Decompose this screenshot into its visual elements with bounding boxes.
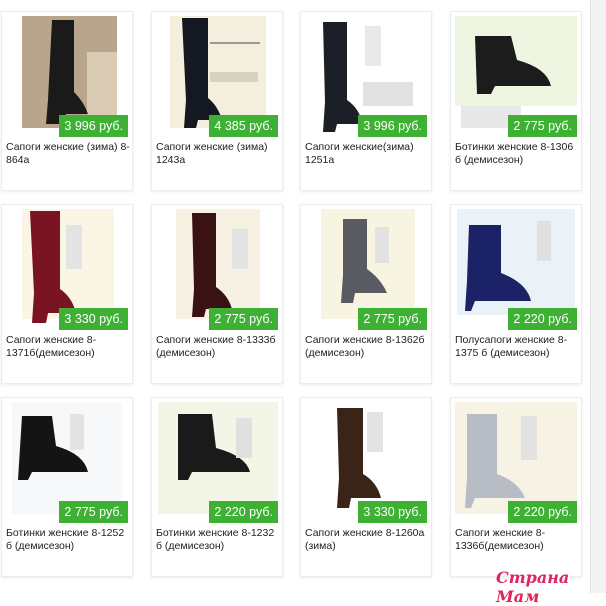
- product-title[interactable]: Ботинки женские 8-1232 б (демисезон): [156, 527, 281, 552]
- product-image[interactable]: 2 220 руб.: [152, 398, 282, 523]
- product-card[interactable]: 2 220 руб. Ботинки женские 8-1232 б (дем…: [151, 397, 283, 577]
- product-image[interactable]: 3 330 руб.: [2, 205, 132, 330]
- price-badge: 3 330 руб.: [59, 308, 128, 330]
- price-badge: 3 996 руб.: [59, 115, 128, 137]
- product-card[interactable]: 2 775 руб. Ботинки женские 8-1306 б (дем…: [450, 11, 582, 191]
- product-image[interactable]: 2 220 руб.: [451, 205, 581, 330]
- product-image[interactable]: 2 775 руб.: [301, 205, 431, 330]
- product-image[interactable]: 3 330 руб.: [301, 398, 431, 523]
- product-title[interactable]: Полусапоги женские 8-1375 б (демисезон): [455, 334, 580, 359]
- product-card[interactable]: 4 385 руб. Сапоги женские (зима) 1243а: [151, 11, 283, 191]
- product-image[interactable]: 2 220 руб.: [451, 398, 581, 523]
- price-badge: 2 220 руб.: [209, 501, 278, 523]
- product-title[interactable]: Сапоги женские 8-1260а (зима): [305, 527, 430, 552]
- product-image[interactable]: 3 996 руб.: [301, 12, 431, 137]
- product-title[interactable]: Сапоги женские (зима) 1243а: [156, 141, 281, 166]
- price-badge: 4 385 руб.: [209, 115, 278, 137]
- product-title[interactable]: Сапоги женские 8-1336б(демисезон): [455, 527, 580, 552]
- price-badge: 2 775 руб.: [209, 308, 278, 330]
- product-title[interactable]: Сапоги женские 8-1362б (демисезон): [305, 334, 430, 359]
- price-badge: 2 775 руб.: [358, 308, 427, 330]
- price-badge: 2 775 руб.: [59, 501, 128, 523]
- product-card[interactable]: 3 996 руб. Сапоги женские(зима) 1251а: [300, 11, 432, 191]
- product-image[interactable]: 2 775 руб.: [451, 12, 581, 137]
- price-badge: 2 220 руб.: [508, 501, 577, 523]
- product-title[interactable]: Ботинки женские 8-1306 б (демисезон): [455, 141, 580, 166]
- product-card[interactable]: 3 330 руб. Сапоги женские 8-1260а (зима): [300, 397, 432, 577]
- product-title[interactable]: Сапоги женские 8-1333б (демисезон): [156, 334, 281, 359]
- price-badge: 3 330 руб.: [358, 501, 427, 523]
- product-card[interactable]: 2 775 руб. Сапоги женские 8-1333б (демис…: [151, 204, 283, 384]
- product-image[interactable]: 4 385 руб.: [152, 12, 282, 137]
- scrollbar-track[interactable]: [590, 0, 606, 593]
- product-card[interactable]: 3 996 руб. Сапоги женские (зима) 8-864а: [1, 11, 133, 191]
- product-title[interactable]: Ботинки женские 8-1252 б (демисезон): [6, 527, 131, 552]
- price-badge: 2 220 руб.: [508, 308, 577, 330]
- product-card[interactable]: 2 775 руб. Ботинки женские 8-1252 б (дем…: [1, 397, 133, 577]
- product-image[interactable]: 3 996 руб.: [2, 12, 132, 137]
- product-card[interactable]: 3 330 руб. Сапоги женские 8-1371б(демисе…: [1, 204, 133, 384]
- price-badge: 2 775 руб.: [508, 115, 577, 137]
- product-card[interactable]: 2 220 руб. Сапоги женские 8-1336б(демисе…: [450, 397, 582, 577]
- product-card[interactable]: 2 775 руб. Сапоги женские 8-1362б (демис…: [300, 204, 432, 384]
- product-card[interactable]: 2 220 руб. Полусапоги женские 8-1375 б (…: [450, 204, 582, 384]
- price-badge: 3 996 руб.: [358, 115, 427, 137]
- product-title[interactable]: Сапоги женские (зима) 8-864а: [6, 141, 131, 166]
- product-image[interactable]: 2 775 руб.: [2, 398, 132, 523]
- watermark-logo: Страна Мам: [496, 568, 570, 606]
- product-title[interactable]: Сапоги женские 8-1371б(демисезон): [6, 334, 131, 359]
- product-title[interactable]: Сапоги женские(зима) 1251а: [305, 141, 430, 166]
- product-image[interactable]: 2 775 руб.: [152, 205, 282, 330]
